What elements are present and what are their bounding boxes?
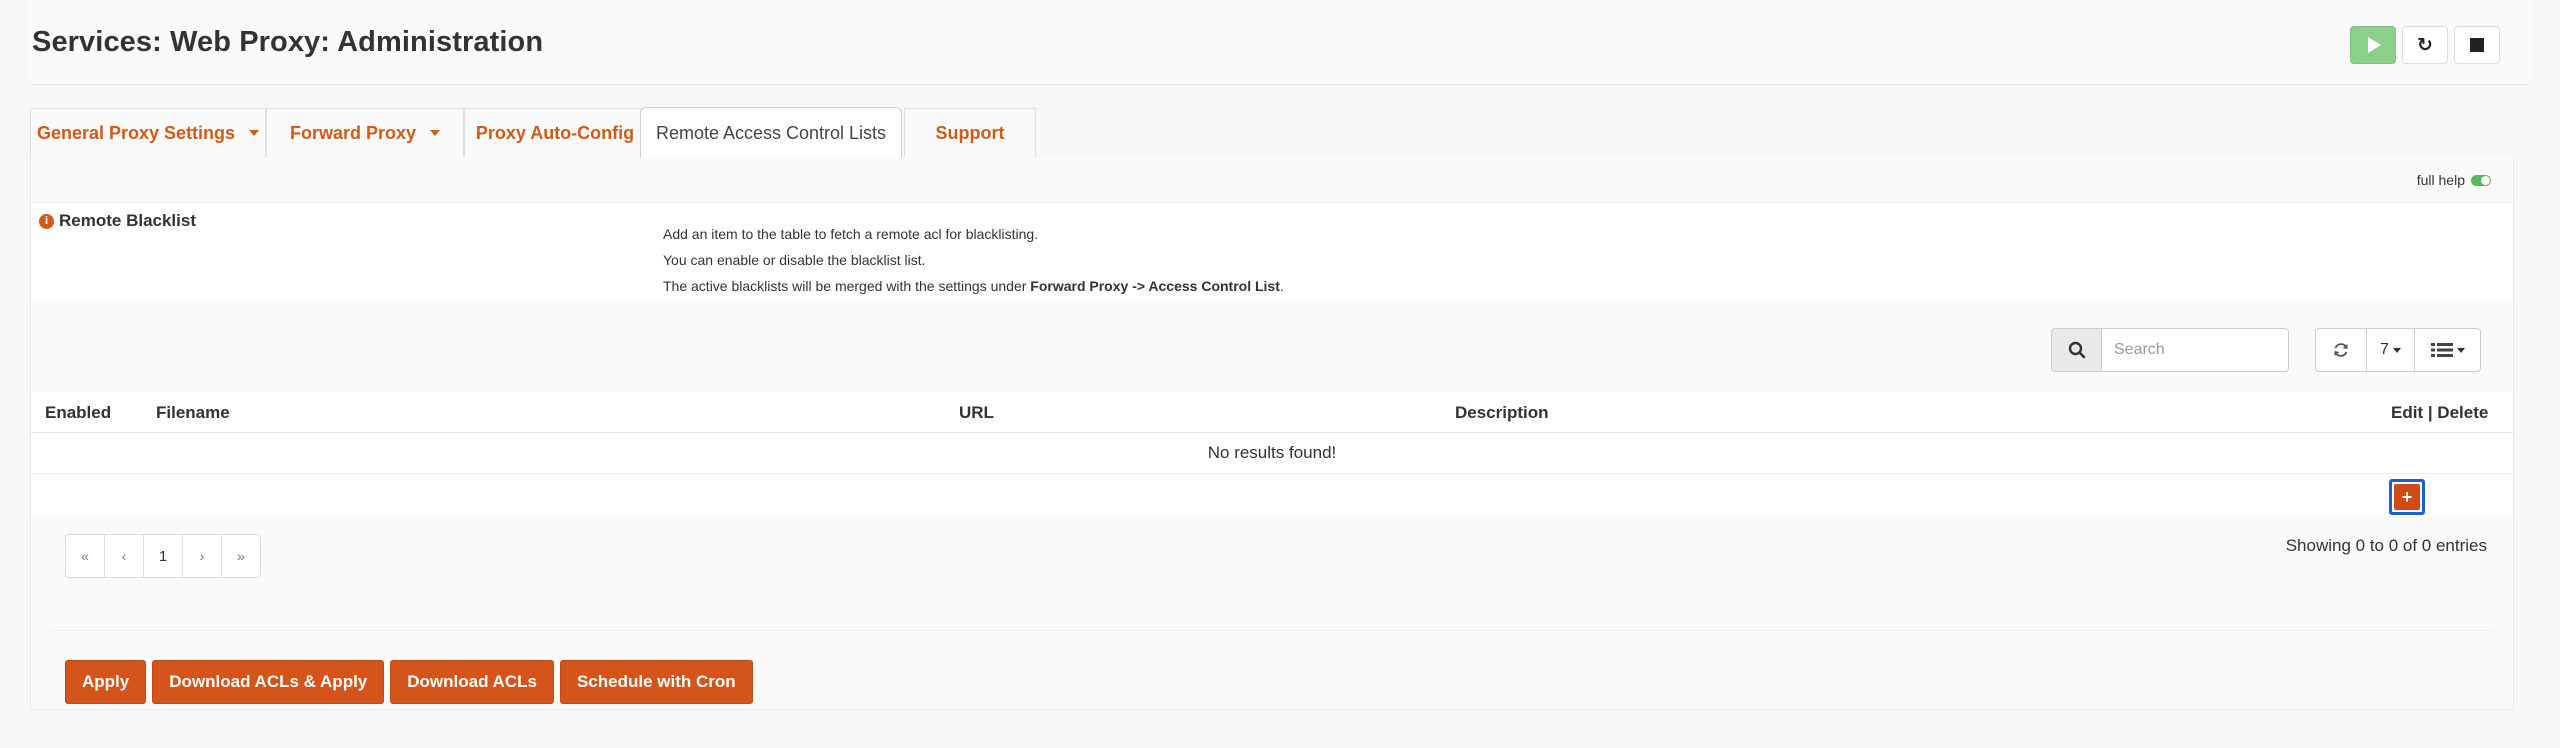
page-header: Services: Web Proxy: Administration ↻ (30, 0, 2530, 85)
stop-service-button[interactable] (2454, 26, 2500, 64)
help-line-text: The active blacklists will be merged wit… (663, 278, 1031, 294)
help-text: Add an item to the table to fetch a remo… (663, 221, 1284, 299)
action-buttons: Apply Download ACLs & Apply Download ACL… (65, 660, 753, 704)
help-line-text: . (1279, 278, 1284, 294)
tab-forward-proxy[interactable]: Forward Proxy (266, 108, 464, 157)
tab-label: Proxy Auto-Config (475, 122, 635, 143)
tab-bar: General Proxy Settings Forward Proxy Pro… (30, 106, 2514, 159)
no-results-text: No results found! (1207, 443, 1337, 462)
page-title: Services: Web Proxy: Administration (32, 26, 544, 58)
chevron-down-icon (249, 130, 260, 136)
chevron-down-icon (2456, 347, 2465, 353)
schedule-with-cron-button[interactable]: Schedule with Cron (559, 660, 753, 704)
add-item-button[interactable]: + (2389, 479, 2425, 515)
pagination-last[interactable]: » (221, 534, 261, 578)
tab-general-proxy-settings[interactable]: General Proxy Settings (30, 108, 266, 157)
full-help-label: full help (2416, 172, 2465, 188)
search-input[interactable] (2101, 328, 2289, 372)
download-acls-button[interactable]: Download ACLs (390, 660, 554, 704)
apply-button[interactable]: Apply (65, 660, 147, 704)
rows-per-page-dropdown[interactable]: 7 (2367, 328, 2415, 372)
table-row: No results found! (31, 433, 2513, 474)
tab-label: Forward Proxy (289, 122, 417, 143)
pagination-next[interactable]: › (182, 534, 222, 578)
column-selection-dropdown[interactable] (2415, 328, 2481, 372)
section-label-text: Remote Blacklist (59, 211, 196, 230)
reload-table-button[interactable] (2315, 328, 2367, 372)
pagination-prev[interactable]: ‹ (104, 534, 144, 578)
table-header: Enabled Filename URL Description Edit | … (31, 392, 2513, 433)
restart-service-button[interactable]: ↻ (2402, 26, 2448, 64)
table-controls: 7 (2315, 328, 2481, 372)
tab-remote-access-control-lists[interactable]: Remote Access Control Lists (640, 107, 902, 158)
chevron-down-icon (2392, 347, 2401, 353)
help-line: Add an item to the table to fetch a remo… (663, 226, 1039, 242)
search-addon (2051, 328, 2101, 372)
search-icon (2068, 341, 2085, 359)
column-header-description[interactable]: Description (1455, 403, 1549, 423)
pagination-page-1[interactable]: 1 (143, 534, 183, 578)
tab-label: Support (935, 122, 1005, 143)
tab-label: Remote Access Control Lists (655, 122, 887, 143)
stop-icon (2470, 38, 2484, 52)
remote-blacklist-row: i Remote Blacklist Add an item to the ta… (31, 202, 2513, 301)
tab-label: General Proxy Settings (36, 122, 236, 143)
remote-blacklist-label[interactable]: i Remote Blacklist (39, 211, 196, 231)
list-icon (2430, 343, 2453, 357)
help-line: You can enable or disable the blacklist … (663, 252, 926, 268)
column-header-edit-delete: Edit | Delete (2391, 403, 2489, 422)
column-header-url[interactable]: URL (959, 403, 994, 423)
download-acls-apply-button[interactable]: Download ACLs & Apply (152, 660, 385, 704)
blacklist-table: Enabled Filename URL Description Edit | … (31, 392, 2513, 516)
tab-content: full help i Remote Blacklist Add an item… (30, 158, 2514, 710)
help-line-bold: Forward Proxy -> Access Control List (1030, 278, 1280, 294)
divider (51, 630, 2493, 631)
chevron-down-icon (430, 130, 441, 136)
play-icon (2368, 37, 2381, 53)
restart-icon: ↻ (2417, 34, 2433, 56)
search-group (2051, 328, 2289, 372)
help-line: The active blacklists will be merged wit… (663, 273, 1284, 299)
column-header-enabled[interactable]: Enabled (45, 403, 111, 423)
info-icon: i (39, 213, 54, 229)
rows-per-page-value: 7 (2380, 341, 2389, 358)
pagination: « ‹ 1 › » (65, 534, 261, 578)
plus-icon: + (2394, 484, 2420, 510)
tab-support[interactable]: Support (904, 108, 1036, 157)
column-header-filename[interactable]: Filename (156, 403, 230, 423)
toggle-icon (2471, 174, 2491, 186)
entries-info: Showing 0 to 0 of 0 entries (2285, 536, 2487, 555)
start-service-button[interactable] (2350, 26, 2396, 64)
pagination-first[interactable]: « (65, 534, 105, 578)
full-help-toggle[interactable]: full help (2417, 172, 2491, 188)
refresh-icon (2334, 343, 2348, 357)
service-controls: ↻ (2350, 26, 2500, 64)
table-footer-row: + (31, 474, 2513, 516)
